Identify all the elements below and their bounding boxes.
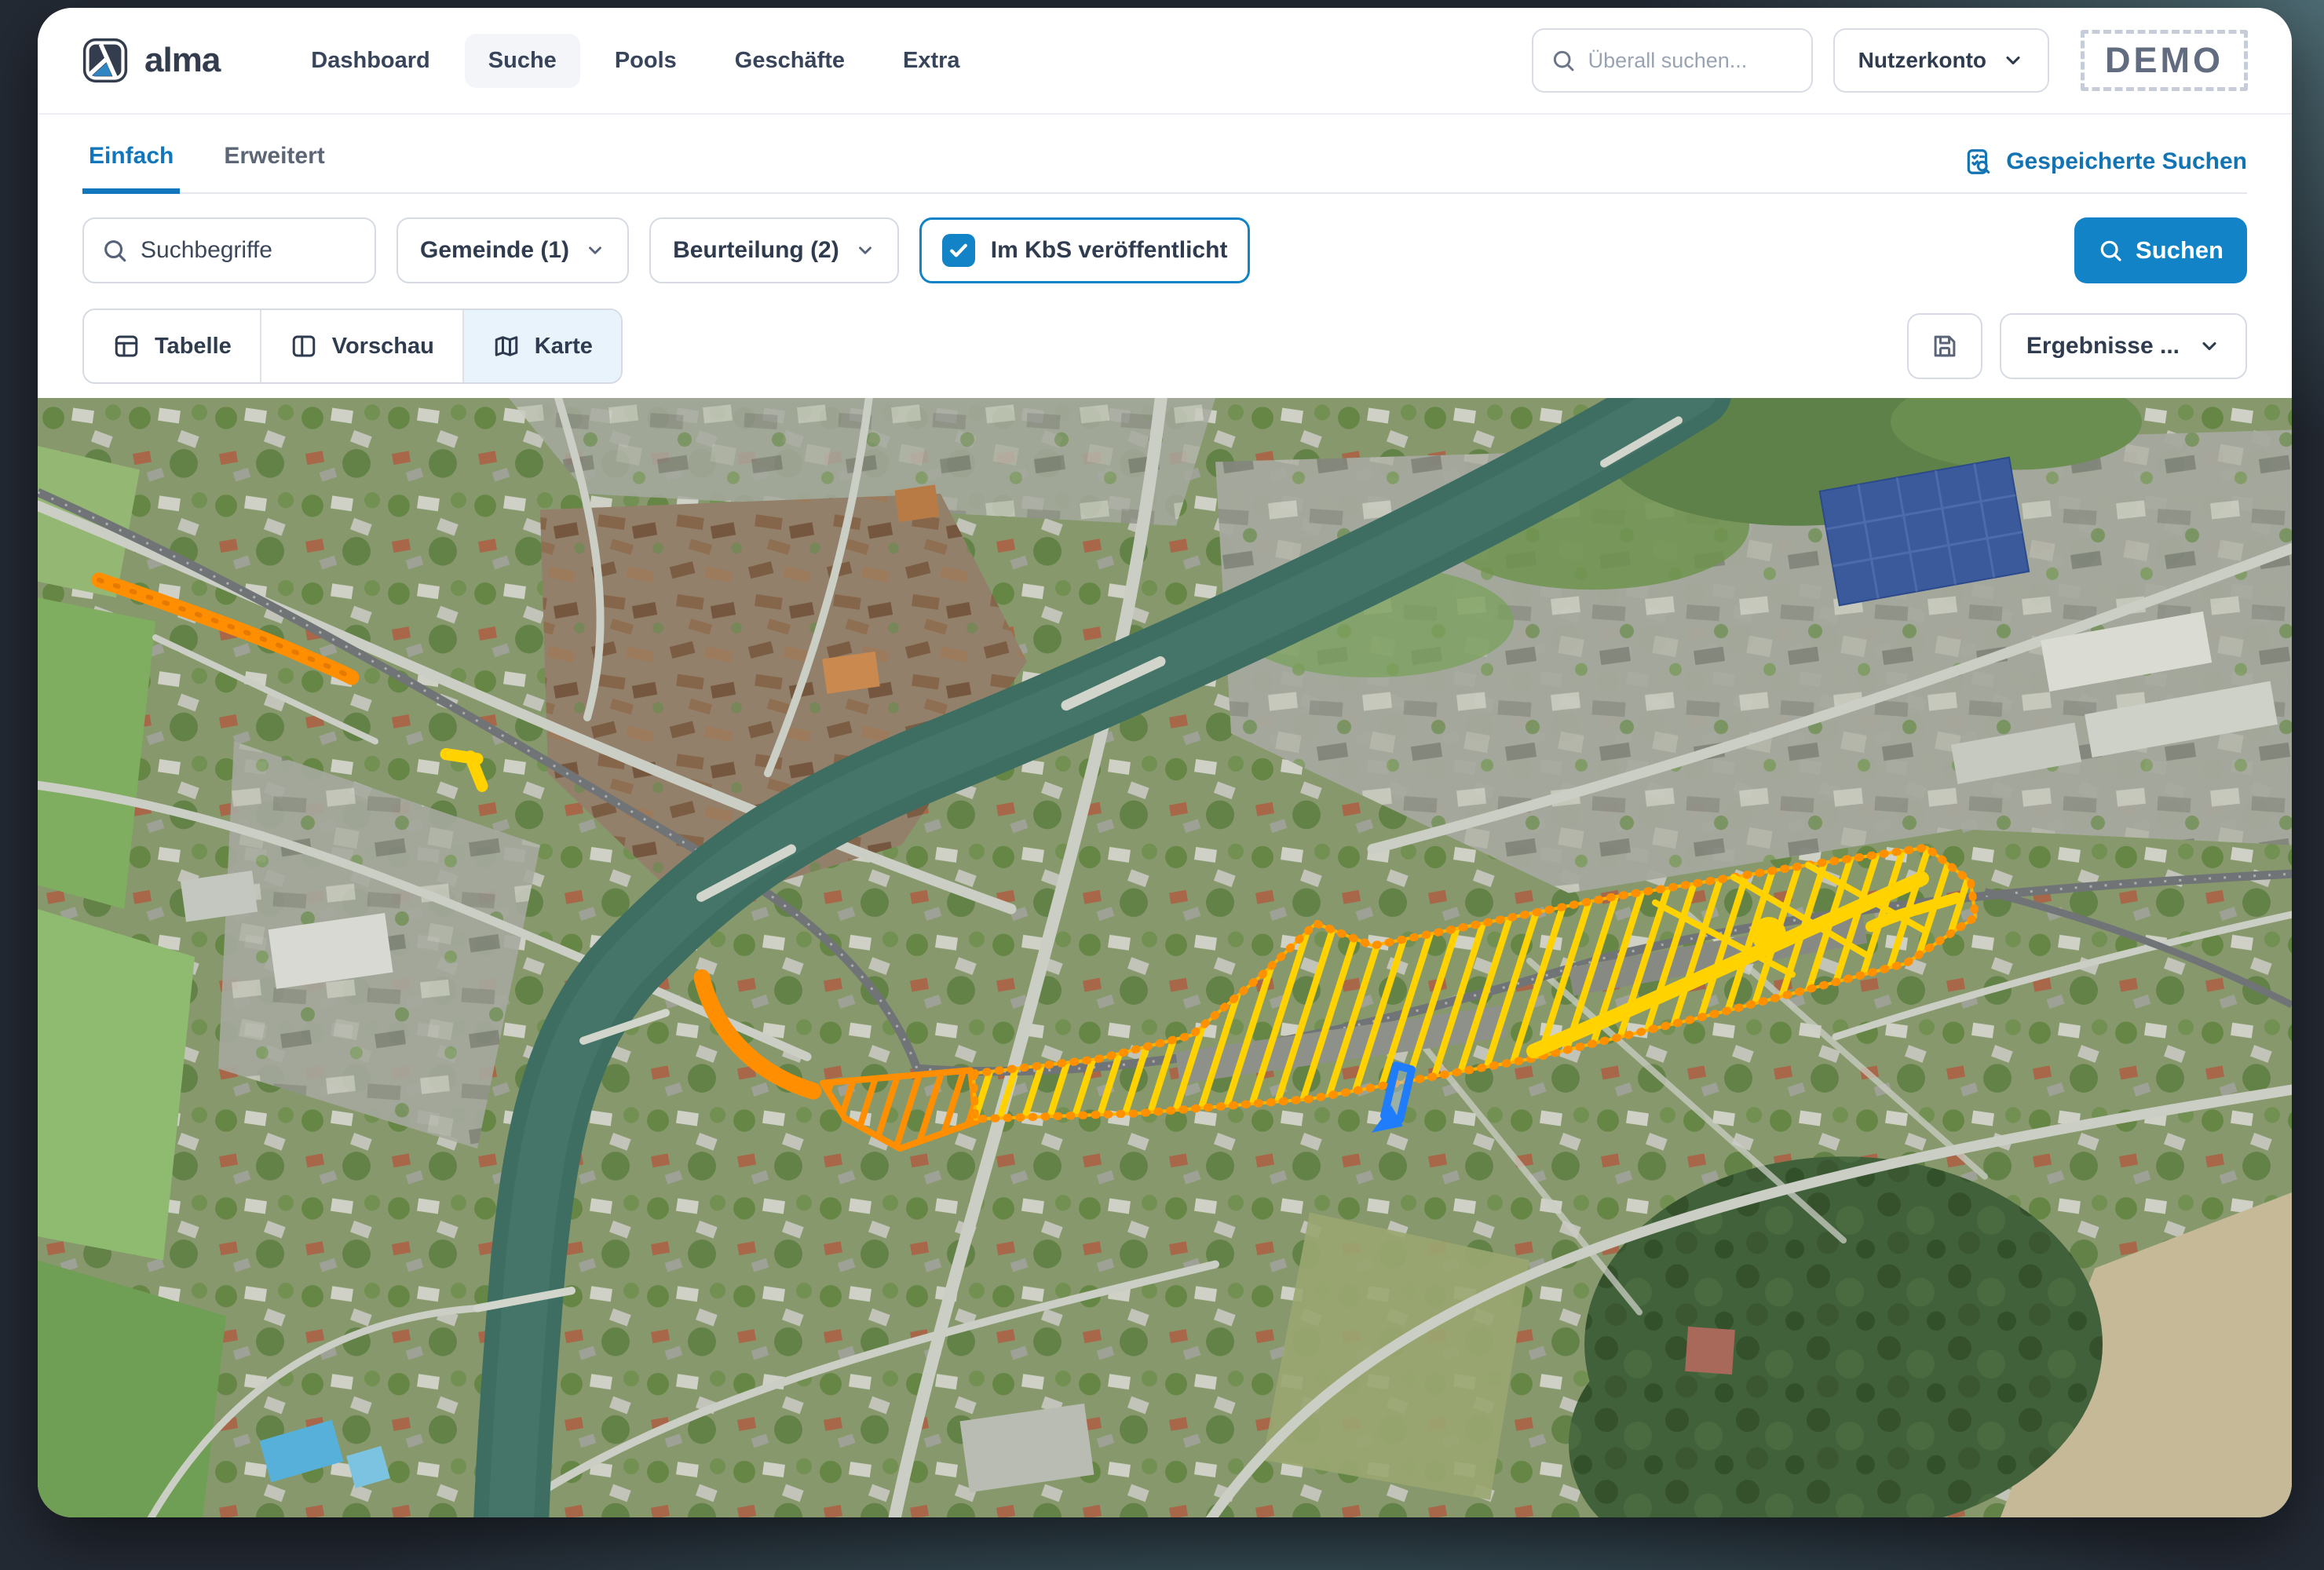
view-vorschau[interactable]: Vorschau [260,310,462,382]
chevron-down-icon [2198,335,2220,357]
results-menu-button[interactable]: Ergebnisse ... [2000,313,2247,379]
view-tabelle-label: Tabelle [155,334,232,360]
results-toolbar: Tabelle Vorschau Karte [82,309,2247,384]
gemeinde-dropdown[interactable]: Gemeinde (1) [396,217,629,283]
app-window: alma Dashboard Suche Pools Geschäfte Ext… [38,8,2292,1517]
results-menu-label: Ergebnisse ... [2026,333,2180,360]
inner-yellow-blob [1752,917,1786,952]
table-icon [112,332,141,360]
brand[interactable]: alma [82,37,220,84]
kbs-filter-label: Im KbS veröffentlicht [991,237,1228,264]
global-search-input[interactable] [1588,49,1794,73]
view-karte-label: Karte [535,334,593,360]
map-view[interactable] [38,398,2292,1517]
saved-searches-icon [1964,147,1993,177]
nav-pools[interactable]: Pools [591,34,700,88]
keywords-field[interactable] [82,217,376,283]
view-karte[interactable]: Karte [462,310,621,382]
view-tabelle[interactable]: Tabelle [84,310,260,382]
nav-suche[interactable]: Suche [465,34,580,88]
view-vorschau-label: Vorschau [332,334,434,360]
filter-row: Gemeinde (1) Beurteilung (2) Im KbS verö… [82,217,2247,283]
search-icon [101,237,128,264]
search-icon [2098,238,2123,263]
search-icon [1551,48,1576,73]
tab-erweitert[interactable]: Erweitert [217,143,331,194]
checkbox-checked-icon[interactable] [942,234,975,267]
map-icon [492,332,521,360]
chevron-down-icon [2002,49,2024,71]
tab-einfach[interactable]: Einfach [82,143,180,194]
brand-name: alma [144,41,220,80]
floppy-disk-icon [1930,331,1960,361]
nav-geschaefte[interactable]: Geschäfte [711,34,868,88]
beurteilung-dropdown[interactable]: Beurteilung (2) [649,217,899,283]
keywords-input[interactable] [141,237,357,264]
save-search-button[interactable] [1907,313,1982,379]
nav-extra[interactable]: Extra [879,34,984,88]
satellite-map-canvas[interactable] [38,398,2292,1517]
search-submit-button[interactable]: Suchen [2074,217,2247,283]
top-navigation-bar: alma Dashboard Suche Pools Geschäfte Ext… [38,8,2292,115]
view-toggle: Tabelle Vorschau Karte [82,309,623,384]
account-menu-button[interactable]: Nutzerkonto [1833,28,2049,93]
account-label: Nutzerkonto [1858,48,1986,73]
nav-dashboard[interactable]: Dashboard [287,34,453,88]
saved-searches-link[interactable]: Gespeicherte Suchen [1964,147,2247,192]
main-nav: Dashboard Suche Pools Geschäfte Extra [287,34,983,88]
chevron-down-icon [585,240,605,261]
search-submit-label: Suchen [2136,236,2224,265]
global-search-field[interactable] [1532,28,1813,93]
split-view-icon [290,332,318,360]
beurteilung-label: Beurteilung (2) [673,237,839,264]
gemeinde-label: Gemeinde (1) [420,237,569,264]
alma-logo-icon [82,37,129,84]
saved-searches-label: Gespeicherte Suchen [2006,148,2247,175]
header-right: Nutzerkonto DEMO [1532,28,2248,93]
toolbar-right: Ergebnisse ... [1907,313,2247,379]
chevron-down-icon [855,240,875,261]
demo-badge: DEMO [2081,30,2248,91]
search-mode-tabs: Einfach Erweitert Gespeicherte Suchen [82,143,2247,194]
kbs-filter-checkbox[interactable]: Im KbS veröffentlicht [919,217,1251,283]
